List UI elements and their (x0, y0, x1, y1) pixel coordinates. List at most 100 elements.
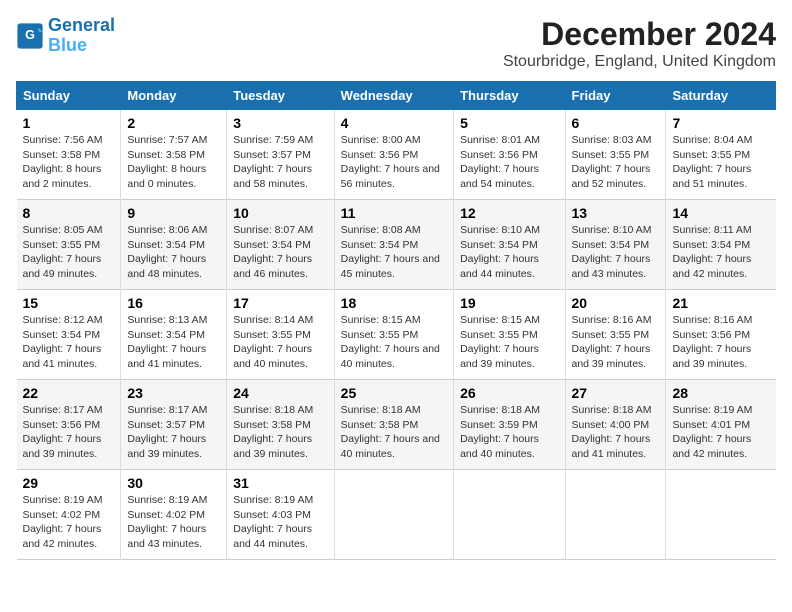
day-info: Sunrise: 8:18 AMSunset: 3:58 PMDaylight:… (233, 403, 327, 462)
day-number: 20 (572, 295, 660, 311)
subtitle: Stourbridge, England, United Kingdom (503, 53, 776, 71)
day-info: Sunrise: 8:04 AMSunset: 3:55 PMDaylight:… (672, 133, 769, 192)
calendar-cell: 12 Sunrise: 8:10 AMSunset: 3:54 PMDayligh… (454, 200, 565, 290)
day-info: Sunrise: 8:03 AMSunset: 3:55 PMDaylight:… (572, 133, 660, 192)
day-info: Sunrise: 8:17 AMSunset: 3:56 PMDaylight:… (23, 403, 115, 462)
day-info: Sunrise: 8:10 AMSunset: 3:54 PMDaylight:… (572, 223, 660, 282)
calendar-cell: 10Sunrise: 8:07 AMSunset: 3:54 PMDayligh… (227, 200, 334, 290)
day-info: Sunrise: 8:11 AMSunset: 3:54 PMDaylight:… (672, 223, 769, 282)
day-number: 31 (233, 475, 327, 491)
day-info: Sunrise: 8:12 AMSunset: 3:54 PMDaylight:… (23, 313, 115, 372)
calendar-cell: 9 Sunrise: 8:06 AMSunset: 3:54 PMDaylight… (121, 200, 227, 290)
day-number: 23 (127, 385, 220, 401)
calendar-cell: 23Sunrise: 8:17 AMSunset: 3:57 PMDayligh… (121, 380, 227, 470)
calendar-table: SundayMondayTuesdayWednesdayThursdayFrid… (16, 81, 776, 560)
calendar-cell: 21Sunrise: 8:16 AMSunset: 3:56 PMDayligh… (666, 290, 776, 380)
day-number: 6 (572, 115, 660, 131)
day-number: 12 (460, 205, 558, 221)
calendar-cell: 17Sunrise: 8:14 AMSunset: 3:55 PMDayligh… (227, 290, 334, 380)
day-number: 29 (23, 475, 115, 491)
calendar-cell: 20 Sunrise: 8:16 AMSunset: 3:55 PMDayligh… (565, 290, 666, 380)
calendar-cell: 18Sunrise: 8:15 AMSunset: 3:55 PMDayligh… (334, 290, 453, 380)
calendar-cell: 19 Sunrise: 8:15 AMSunset: 3:55 PMDayligh… (454, 290, 565, 380)
day-number: 5 (460, 115, 558, 131)
svg-text:G: G (25, 28, 35, 42)
week-row-2: 8Sunrise: 8:05 AMSunset: 3:55 PMDaylight… (17, 200, 776, 290)
day-number: 2 (127, 115, 220, 131)
header-day-saturday: Saturday (666, 82, 776, 110)
day-number: 26 (460, 385, 558, 401)
calendar-cell: 31 Sunrise: 8:19 AMSunset: 4:03 PMDayligh… (227, 470, 334, 560)
header-day-tuesday: Tuesday (227, 82, 334, 110)
day-number: 11 (341, 205, 447, 221)
day-info: Sunrise: 8:16 AMSunset: 3:55 PMDaylight:… (572, 313, 660, 372)
calendar-cell (334, 470, 453, 560)
logo-text: General Blue (48, 16, 115, 56)
week-row-4: 22 Sunrise: 8:17 AMSunset: 3:56 PMDayligh… (17, 380, 776, 470)
day-number: 30 (127, 475, 220, 491)
calendar-cell: 3Sunrise: 7:59 AMSunset: 3:57 PMDaylight… (227, 110, 334, 200)
day-number: 21 (672, 295, 769, 311)
day-number: 8 (23, 205, 115, 221)
day-number: 28 (672, 385, 769, 401)
calendar-cell: 22 Sunrise: 8:17 AMSunset: 3:56 PMDayligh… (17, 380, 121, 470)
day-number: 18 (341, 295, 447, 311)
day-number: 10 (233, 205, 327, 221)
header-day-thursday: Thursday (454, 82, 565, 110)
day-number: 1 (23, 115, 115, 131)
day-info: Sunrise: 7:59 AMSunset: 3:57 PMDaylight:… (233, 133, 327, 192)
header-day-monday: Monday (121, 82, 227, 110)
calendar-cell: 25 Sunrise: 8:18 AMSunset: 3:58 PMDayligh… (334, 380, 453, 470)
day-info: Sunrise: 8:01 AMSunset: 3:56 PMDaylight:… (460, 133, 558, 192)
day-info: Sunrise: 8:10 AMSunset: 3:54 PMDaylight:… (460, 223, 558, 282)
day-number: 14 (672, 205, 769, 221)
day-number: 22 (23, 385, 115, 401)
day-info: Sunrise: 8:19 AMSunset: 4:02 PMDaylight:… (127, 493, 220, 552)
header-day-sunday: Sunday (17, 82, 121, 110)
day-info: Sunrise: 8:08 AMSunset: 3:54 PMDaylight:… (341, 223, 447, 282)
calendar-cell: 13Sunrise: 8:10 AMSunset: 3:54 PMDayligh… (565, 200, 666, 290)
logo: G General Blue (16, 16, 115, 56)
calendar-cell: 15Sunrise: 8:12 AMSunset: 3:54 PMDayligh… (17, 290, 121, 380)
day-number: 27 (572, 385, 660, 401)
header-row: SundayMondayTuesdayWednesdayThursdayFrid… (17, 82, 776, 110)
day-info: Sunrise: 8:19 AMSunset: 4:01 PMDaylight:… (672, 403, 769, 462)
calendar-cell: 4Sunrise: 8:00 AMSunset: 3:56 PMDaylight… (334, 110, 453, 200)
day-number: 19 (460, 295, 558, 311)
calendar-cell: 29Sunrise: 8:19 AMSunset: 4:02 PMDayligh… (17, 470, 121, 560)
logo-icon: G (16, 22, 44, 50)
day-number: 7 (672, 115, 769, 131)
calendar-cell: 16 Sunrise: 8:13 AMSunset: 3:54 PMDayligh… (121, 290, 227, 380)
day-info: Sunrise: 8:15 AMSunset: 3:55 PMDaylight:… (460, 313, 558, 372)
main-title: December 2024 (503, 16, 776, 53)
calendar-cell: 26 Sunrise: 8:18 AMSunset: 3:59 PMDayligh… (454, 380, 565, 470)
calendar-cell: 6 Sunrise: 8:03 AMSunset: 3:55 PMDaylight… (565, 110, 666, 200)
day-info: Sunrise: 8:19 AMSunset: 4:03 PMDaylight:… (233, 493, 327, 552)
title-area: December 2024 Stourbridge, England, Unit… (503, 16, 776, 71)
calendar-cell (666, 470, 776, 560)
day-info: Sunrise: 8:13 AMSunset: 3:54 PMDaylight:… (127, 313, 220, 372)
calendar-cell: 11 Sunrise: 8:08 AMSunset: 3:54 PMDayligh… (334, 200, 453, 290)
day-info: Sunrise: 8:18 AMSunset: 4:00 PMDaylight:… (572, 403, 660, 462)
calendar-cell: 27 Sunrise: 8:18 AMSunset: 4:00 PMDayligh… (565, 380, 666, 470)
day-info: Sunrise: 8:18 AMSunset: 3:59 PMDaylight:… (460, 403, 558, 462)
day-info: Sunrise: 8:18 AMSunset: 3:58 PMDaylight:… (341, 403, 447, 462)
week-row-1: 1Sunrise: 7:56 AMSunset: 3:58 PMDaylight… (17, 110, 776, 200)
calendar-cell: 8Sunrise: 8:05 AMSunset: 3:55 PMDaylight… (17, 200, 121, 290)
day-number: 9 (127, 205, 220, 221)
day-info: Sunrise: 7:57 AMSunset: 3:58 PMDaylight:… (127, 133, 220, 192)
day-number: 25 (341, 385, 447, 401)
header: G General Blue December 2024 Stourbridge… (16, 16, 776, 71)
calendar-cell: 2 Sunrise: 7:57 AMSunset: 3:58 PMDaylight… (121, 110, 227, 200)
calendar-cell: 14 Sunrise: 8:11 AMSunset: 3:54 PMDayligh… (666, 200, 776, 290)
day-number: 17 (233, 295, 327, 311)
calendar-cell: 1Sunrise: 7:56 AMSunset: 3:58 PMDaylight… (17, 110, 121, 200)
calendar-cell: 28 Sunrise: 8:19 AMSunset: 4:01 PMDayligh… (666, 380, 776, 470)
week-row-3: 15Sunrise: 8:12 AMSunset: 3:54 PMDayligh… (17, 290, 776, 380)
calendar-cell: 5 Sunrise: 8:01 AMSunset: 3:56 PMDaylight… (454, 110, 565, 200)
header-day-wednesday: Wednesday (334, 82, 453, 110)
day-number: 16 (127, 295, 220, 311)
day-info: Sunrise: 8:06 AMSunset: 3:54 PMDaylight:… (127, 223, 220, 282)
calendar-cell (454, 470, 565, 560)
day-number: 4 (341, 115, 447, 131)
